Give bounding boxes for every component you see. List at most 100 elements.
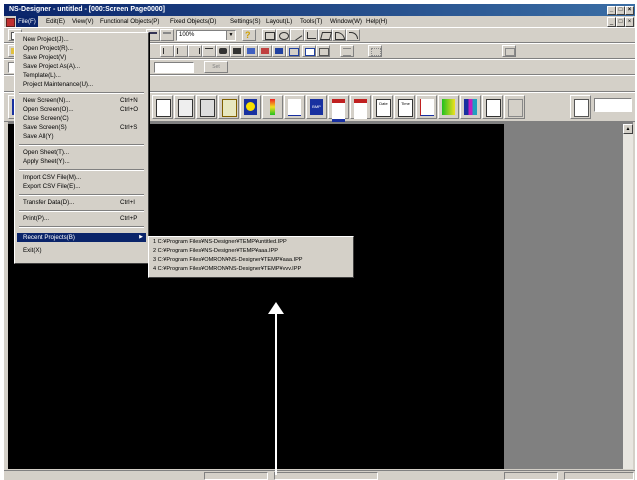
- alarm-object[interactable]: [328, 95, 349, 123]
- grid-object[interactable]: [504, 95, 525, 119]
- close-screen-item[interactable]: Close Screen(C): [17, 114, 146, 123]
- align-left-button[interactable]: [160, 45, 174, 57]
- grid-button[interactable]: [368, 45, 382, 57]
- property-list-object[interactable]: [570, 95, 591, 119]
- sector-tool-button[interactable]: [332, 29, 346, 41]
- image-button[interactable]: [244, 45, 258, 57]
- set-button[interactable]: Set: [204, 61, 228, 73]
- label-field[interactable]: [154, 62, 194, 73]
- bitmap-object[interactable]: BMP: [306, 95, 327, 119]
- exit-item[interactable]: Exit(X): [17, 246, 146, 255]
- align-right-button[interactable]: [188, 45, 202, 57]
- redo-button[interactable]: [160, 29, 174, 41]
- window-title: NS-Designer - untitled - [000:Screen Pag…: [9, 6, 165, 13]
- circle-tool-button[interactable]: [276, 29, 290, 41]
- menu-separator: [19, 144, 144, 146]
- window-tile-button[interactable]: [502, 45, 516, 57]
- recent-project-item[interactable]: 1 C:¥Program Files¥NS-Designer¥TEMP¥unti…: [153, 238, 287, 247]
- alarm-history-object[interactable]: [350, 95, 371, 119]
- minimize-button[interactable]: _: [607, 6, 616, 15]
- menu-settings[interactable]: Settings(S): [228, 16, 263, 27]
- binoculars-button[interactable]: [216, 45, 230, 57]
- recent-project-item[interactable]: 4 C:¥Program Files¥OMRON¥NS-Designer¥TEM…: [153, 265, 301, 274]
- export-csv-item[interactable]: Export CSV File(E)...: [17, 182, 146, 191]
- transfer-data-item[interactable]: Transfer Data(D)... Ctrl+I: [17, 198, 146, 207]
- menu-help[interactable]: Help(H): [364, 16, 389, 27]
- print-item[interactable]: Print(P)... Ctrl+P: [17, 214, 146, 223]
- level-meter-object[interactable]: [262, 95, 283, 119]
- menu-edit[interactable]: Edit(E): [44, 16, 67, 27]
- menu-fixed-objects[interactable]: Fixed Objects(D): [168, 16, 218, 27]
- menu-layout[interactable]: Layout(L): [264, 16, 294, 27]
- bar-graph-object[interactable]: [460, 95, 481, 119]
- close-button[interactable]: ×: [625, 6, 634, 15]
- date-object[interactable]: Date: [372, 95, 393, 119]
- save-screen-item[interactable]: Save Screen(S) Ctrl+S: [17, 123, 146, 132]
- new-project-item[interactable]: New Project(J)...: [17, 35, 146, 44]
- mdi-minimize-button[interactable]: _: [607, 17, 616, 27]
- file-menu-dropdown: New Project(J)... Open Project(R)... Sav…: [14, 32, 149, 264]
- title-bar[interactable]: NS-Designer - untitled - [000:Screen Pag…: [4, 4, 635, 16]
- maximize-button[interactable]: □: [616, 6, 625, 15]
- polygon-tool-button[interactable]: [318, 29, 333, 41]
- menu-separator: [19, 169, 144, 171]
- find-replace-button[interactable]: [230, 45, 244, 57]
- vertical-scrollbar[interactable]: ▲: [622, 124, 633, 469]
- numeral-display-object[interactable]: [218, 95, 239, 119]
- frame-button[interactable]: [286, 45, 300, 57]
- open-screen-item[interactable]: Open Screen(O)... Ctrl+O: [17, 105, 146, 114]
- frame-object[interactable]: [482, 95, 503, 119]
- lamp-object[interactable]: [240, 95, 261, 119]
- library-button[interactable]: [272, 45, 286, 57]
- app-icon[interactable]: [6, 18, 15, 27]
- data-log-graph-object[interactable]: [416, 95, 437, 119]
- open-project-item[interactable]: Open Project(R)...: [17, 44, 146, 53]
- toggle-button-object[interactable]: [152, 95, 173, 119]
- menu-tools[interactable]: Tools(T): [298, 16, 324, 27]
- align-center-button[interactable]: [174, 45, 188, 57]
- recent-projects-item[interactable]: Recent Projects(B) ▶: [17, 233, 146, 242]
- status-cell-3: [504, 472, 558, 480]
- broken-line-object[interactable]: [284, 95, 305, 119]
- table-button[interactable]: [258, 45, 272, 57]
- mdi-restore-button[interactable]: □: [616, 17, 625, 27]
- object-filter-field[interactable]: [594, 98, 632, 112]
- annotation-arrow-line: [275, 310, 277, 475]
- polyline-tool-button[interactable]: [304, 29, 318, 41]
- list-button[interactable]: [340, 45, 354, 57]
- project-maintenance-item[interactable]: Project Maintenance(U)...: [17, 80, 146, 89]
- menu-file[interactable]: File(F): [16, 16, 38, 27]
- apply-sheet-item[interactable]: Apply Sheet(Y)...: [17, 157, 146, 166]
- open-sheet-item[interactable]: Open Sheet(T)...: [17, 148, 146, 157]
- word-button-object[interactable]: [174, 95, 195, 119]
- zoom-select[interactable]: 100% ▼: [176, 30, 236, 41]
- rectangle-tool-button[interactable]: [262, 29, 276, 41]
- save-all-item[interactable]: Save All(Y): [17, 132, 146, 141]
- menu-view[interactable]: View(V): [70, 16, 96, 27]
- help-button[interactable]: ?: [242, 29, 256, 41]
- property-button[interactable]: [316, 45, 330, 57]
- chevron-down-icon: ▼: [226, 31, 235, 40]
- new-screen-item[interactable]: New Screen(N)... Ctrl+N: [17, 96, 146, 105]
- line-tool-button[interactable]: [290, 29, 304, 41]
- scroll-up-icon[interactable]: ▲: [623, 124, 633, 134]
- menu-functional-objects[interactable]: Functional Objects(P): [98, 16, 162, 27]
- recent-project-item[interactable]: 3 C:¥Program Files¥OMRON¥NS-Designer¥TEM…: [153, 256, 303, 265]
- import-csv-item[interactable]: Import CSV File(M)...: [17, 173, 146, 182]
- menu-window[interactable]: Window(W): [328, 16, 364, 27]
- status-cell-4: [564, 472, 634, 480]
- command-button-object[interactable]: [196, 95, 217, 119]
- status-cell-2: [274, 472, 378, 480]
- time-object[interactable]: Time: [394, 95, 415, 119]
- menu-separator: [19, 92, 144, 94]
- mdi-close-button[interactable]: ×: [625, 17, 634, 27]
- recent-project-item[interactable]: 2 C:¥Program Files¥NS-Designer¥TEMP¥aaa.…: [153, 247, 278, 256]
- save-project-as-item[interactable]: Save Project As(A)...: [17, 62, 146, 71]
- recent-projects-submenu: 1 C:¥Program Files¥NS-Designer¥TEMP¥unti…: [148, 236, 354, 278]
- word-button[interactable]: [302, 45, 316, 57]
- arc-tool-button[interactable]: [346, 29, 360, 41]
- table-object[interactable]: [438, 95, 459, 119]
- template-item[interactable]: Template(L)...: [17, 71, 146, 80]
- align-top-button[interactable]: [202, 45, 216, 57]
- save-project-item[interactable]: Save Project(V): [17, 53, 146, 62]
